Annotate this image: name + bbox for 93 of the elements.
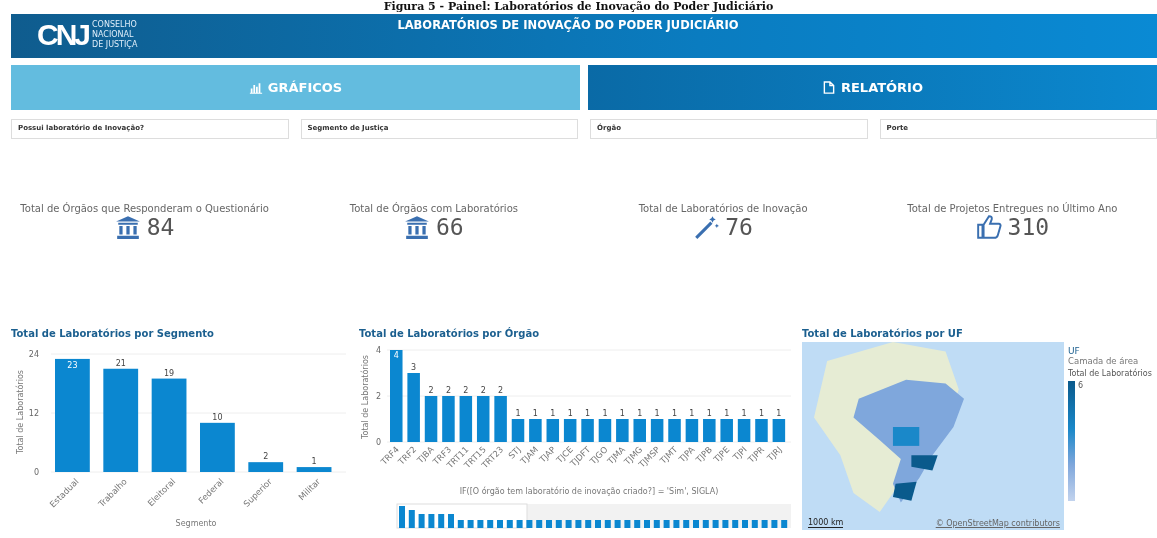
document-icon <box>821 81 836 94</box>
bar <box>494 396 507 442</box>
data-label: 2 <box>463 386 469 395</box>
legend-measure: Total de Laboratórios <box>1068 369 1153 378</box>
chart-title: Total de Laboratórios por Órgão <box>359 328 540 341</box>
bar <box>616 419 629 442</box>
data-label: 1 <box>515 409 521 418</box>
data-label: 23 <box>67 360 78 370</box>
data-label: 1 <box>689 409 695 418</box>
data-label: 2 <box>445 386 451 395</box>
bar <box>685 419 699 442</box>
data-label: 1 <box>758 409 765 418</box>
bar <box>720 419 733 442</box>
bar <box>703 419 716 442</box>
data-label: 1 <box>776 409 782 418</box>
data-label: 19 <box>163 368 175 378</box>
bar-chart-icon <box>248 81 263 94</box>
axis-label: Total de Laboratórios <box>16 370 25 454</box>
data-label: 1 <box>585 409 591 418</box>
data-label: 1 <box>724 409 730 418</box>
axis-tick: 2 <box>375 392 381 401</box>
chart-title: Total de Laboratórios por Segmento <box>11 328 215 341</box>
institution-icon <box>114 215 141 239</box>
axis-tick: 24 <box>28 350 39 359</box>
bar <box>511 419 525 442</box>
legend-value: 6 <box>1078 381 1084 392</box>
bar <box>598 419 612 442</box>
institution-icon <box>404 215 430 239</box>
legend-title: UF <box>1068 346 1081 356</box>
figure-caption: Figura 5 - Painel: Laboratórios de Inovação do Poder Judiciário <box>382 0 775 14</box>
category-label: TJRJ <box>765 444 784 463</box>
kpi-value: 76 <box>725 214 753 240</box>
axis-label: Segmento <box>175 519 217 528</box>
bar <box>248 462 284 472</box>
bar <box>200 422 235 472</box>
data-label: 1 <box>637 409 643 418</box>
axis-label: IF([O órgão tem laboratório de inovação criado?] = 'Sim', SIGLA) <box>459 487 719 496</box>
bar <box>529 419 542 442</box>
kpi-value: 310 <box>1007 214 1050 240</box>
logo-text: CONSELHO NACIONAL DE JUSTIÇA <box>92 20 138 50</box>
tab[interactable]: RELATÓRIO <box>588 65 1157 110</box>
data-label: 1 <box>602 409 608 418</box>
data-label: 10 <box>212 412 223 422</box>
map-attribution[interactable]: © OpenStreetMap contributors <box>935 519 1060 528</box>
bar <box>424 396 438 442</box>
data-label: 1 <box>532 409 538 418</box>
bar <box>755 419 768 442</box>
kpi-value: 66 <box>436 214 464 240</box>
legend-layer: Camada de área <box>1068 356 1140 366</box>
bar <box>737 419 751 442</box>
data-label: 1 <box>706 409 712 418</box>
bar <box>563 419 577 442</box>
kpi-label: Total de Órgãos que Responderam o Questionário <box>20 203 269 214</box>
axis-tick: 0 <box>375 438 381 447</box>
bar <box>772 419 786 442</box>
data-label: 1 <box>311 457 317 467</box>
thumbs-up-icon <box>975 215 1002 239</box>
bar <box>476 396 490 442</box>
data-label: 21 <box>115 358 126 368</box>
data-label: 2 <box>498 386 504 395</box>
data-label: 1 <box>741 409 747 418</box>
data-label: 3 <box>411 363 417 372</box>
axis-tick: 4 <box>375 346 381 355</box>
chart-title: Total de Laboratórios por UF <box>802 328 964 341</box>
bar <box>459 396 473 442</box>
magic-wand-icon <box>693 215 720 239</box>
dashboard-title: LABORATÓRIOS DE INOVAÇÃO DO PODER JUDICIÁRIO <box>397 18 739 32</box>
data-label: 2 <box>428 386 434 395</box>
data-label: 1 <box>671 409 678 418</box>
bar <box>581 419 594 442</box>
axis-label: Total de Laboratórios <box>361 355 370 439</box>
data-label: 1 <box>567 409 573 418</box>
data-label: 1 <box>619 409 625 418</box>
bar <box>650 419 664 442</box>
data-label: 1 <box>550 409 556 418</box>
bar <box>442 396 455 442</box>
bar <box>296 467 332 472</box>
bar <box>668 419 681 442</box>
axis-tick: 0 <box>33 468 39 477</box>
data-label: 2 <box>480 386 486 395</box>
logo-mark: CNJ <box>37 17 88 53</box>
data-label: 2 <box>263 452 269 462</box>
bar <box>407 373 420 442</box>
bar <box>546 419 560 442</box>
kpi-value: 84 <box>146 214 175 240</box>
map-scale: 1000 km <box>808 518 844 528</box>
axis-tick: 12 <box>28 409 39 418</box>
kpi-label: Total de Projetos Entregues no Último Ano <box>907 203 1118 214</box>
data-label: 1 <box>654 409 660 418</box>
bar <box>633 419 646 442</box>
kpi-label: Total de Órgãos com Laboratórios <box>349 203 518 214</box>
data-label: 4 <box>393 351 399 360</box>
kpi-label: Total de Laboratórios de Inovação <box>638 203 808 214</box>
